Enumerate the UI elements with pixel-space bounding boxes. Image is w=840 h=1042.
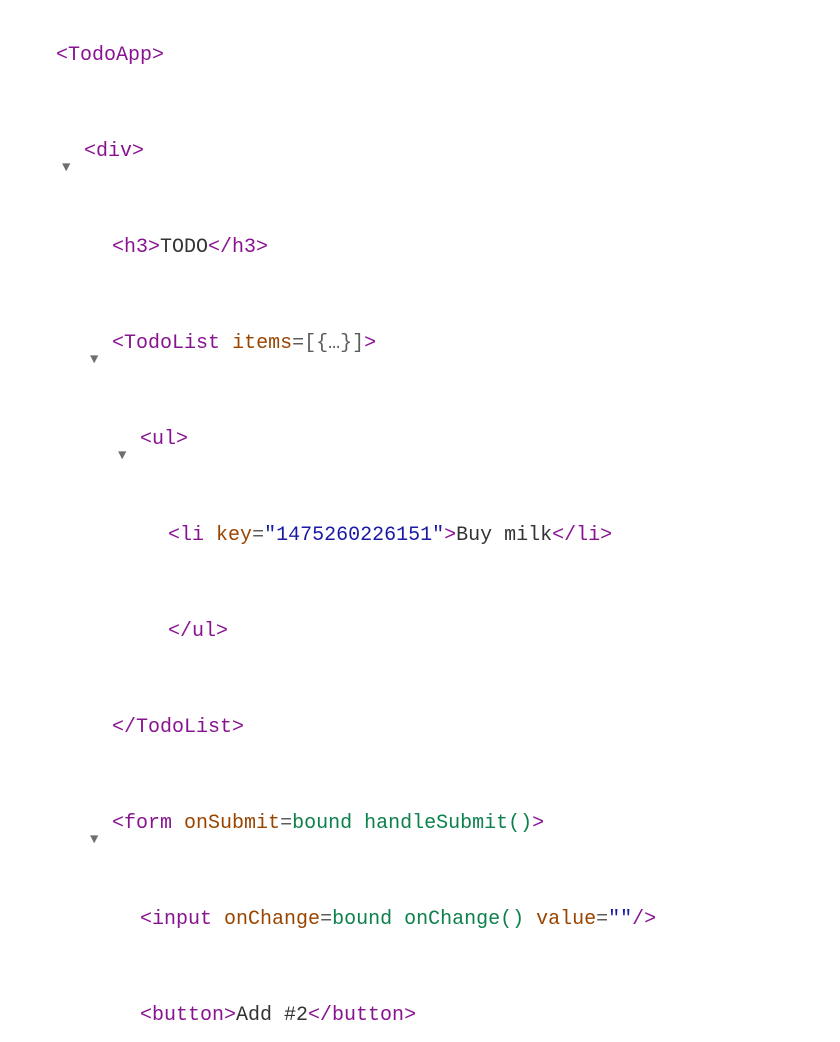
html-tag: </button> — [308, 1004, 416, 1027]
html-tag: <input — [140, 908, 212, 931]
html-tag: <button> — [140, 1004, 236, 1027]
tree-node-div-open[interactable]: <div> — [8, 104, 832, 200]
html-tag: <h3> — [112, 236, 160, 259]
attr-value: "1475260226151" — [264, 524, 444, 547]
text-content: Add #2 — [236, 1004, 308, 1027]
tree-node-todolist-close[interactable]: </TodoList> — [8, 680, 832, 776]
tree-node-todoapp-open[interactable]: <TodoApp> — [8, 8, 832, 104]
tree-node-ul-close[interactable]: </ul> — [8, 584, 832, 680]
attr-name: key — [216, 524, 252, 547]
tree-node-button[interactable]: <button>Add #2</button> — [8, 968, 832, 1042]
attr-name: onChange — [224, 908, 320, 931]
tree-node-input[interactable]: <input onChange=bound onChange() value="… — [8, 872, 832, 968]
attr-name: onSubmit — [184, 812, 280, 835]
text-content: Buy milk — [456, 524, 552, 547]
html-tag: <form — [112, 812, 172, 835]
tree-node-todolist-open[interactable]: <TodoList items=[{…}]> — [8, 296, 832, 392]
text-content: TODO — [160, 236, 208, 259]
attr-name: items — [232, 332, 292, 355]
html-tag: </h3> — [208, 236, 268, 259]
tree-node-ul-open[interactable]: <ul> — [8, 392, 832, 488]
attr-value: bound onChange() — [332, 908, 524, 931]
tag-end: > — [532, 812, 544, 835]
component-tag: <TodoList — [112, 332, 220, 355]
attr-name: value — [536, 908, 596, 931]
tag-end: > — [364, 332, 376, 355]
html-tag: <li — [168, 524, 204, 547]
attr-value: "" — [608, 908, 632, 931]
html-tag: </ul> — [168, 620, 228, 643]
html-tag: <ul> — [140, 428, 188, 451]
component-tag: </TodoList> — [112, 716, 244, 739]
attr-value: [{…}] — [304, 332, 364, 355]
component-tag: <TodoApp> — [56, 44, 164, 67]
tree-node-h3[interactable]: <h3>TODO</h3> — [8, 200, 832, 296]
tree-node-form-open[interactable]: <form onSubmit=bound handleSubmit()> — [8, 776, 832, 872]
html-tag: <div> — [84, 140, 144, 163]
tag-end: /> — [632, 908, 656, 931]
attr-value: bound handleSubmit() — [292, 812, 532, 835]
tree-node-li[interactable]: <li key="1475260226151">Buy milk</li> — [8, 488, 832, 584]
html-tag: </li> — [552, 524, 612, 547]
tag-end: > — [444, 524, 456, 547]
devtools-component-tree: <TodoApp> <div> <h3>TODO</h3> <TodoList … — [8, 8, 832, 1042]
